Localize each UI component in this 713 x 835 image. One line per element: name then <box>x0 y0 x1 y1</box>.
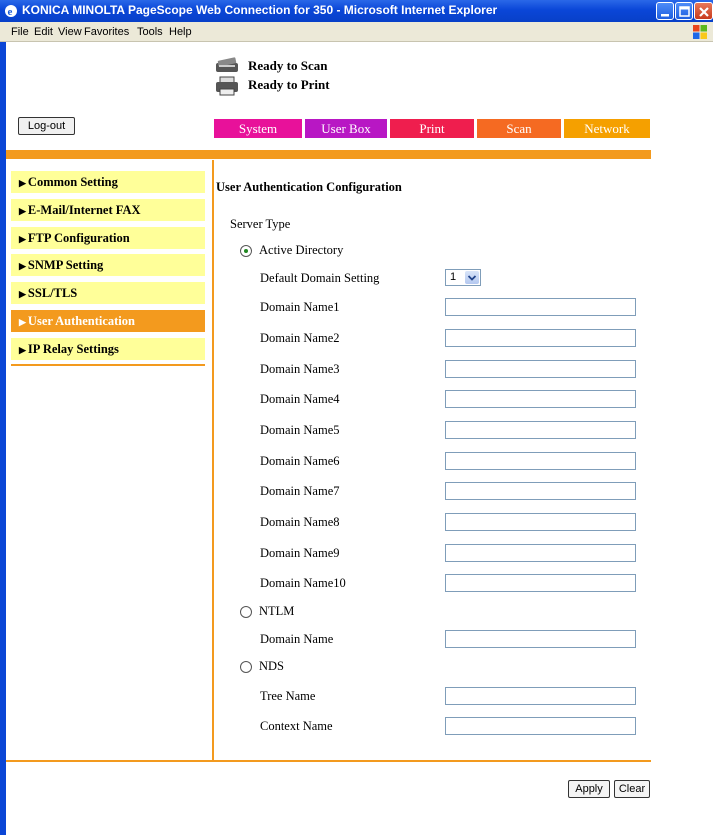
default-domain-value: 1 <box>450 271 457 283</box>
arrow-right-icon: ▶ <box>19 234 26 244</box>
chevron-down-icon <box>467 275 477 281</box>
domain-name-5-input[interactable] <box>445 421 636 439</box>
sidebar-item-label: IP Relay Settings <box>27 342 119 356</box>
tab-network[interactable]: Network <box>564 119 650 138</box>
svg-text:e: e <box>8 6 13 18</box>
active-directory-label: Active Directory <box>259 243 344 257</box>
default-domain-select[interactable]: 1 <box>445 269 481 286</box>
menu-file[interactable]: File <box>11 26 29 38</box>
clear-button[interactable]: Clear <box>614 780 650 798</box>
tab-print[interactable]: Print <box>390 119 474 138</box>
radio-nds[interactable] <box>240 661 252 673</box>
tree-name-label: Tree Name <box>260 689 316 703</box>
footer-divider <box>6 760 651 762</box>
sidebar-item-label: User Authentication <box>27 314 135 328</box>
minimize-icon <box>661 14 669 17</box>
logout-button[interactable]: Log-out <box>18 117 75 135</box>
internet-explorer-icon: e <box>5 5 17 18</box>
domain-name-8-input[interactable] <box>445 513 636 531</box>
radio-ntlm[interactable] <box>240 606 252 618</box>
windows-logo-icon <box>693 25 707 39</box>
domain-name-3-input[interactable] <box>445 360 636 378</box>
domain-name-3-label: Domain Name3 <box>260 362 340 376</box>
sidebar-divider <box>11 364 205 366</box>
page-title: User Authentication Configuration <box>216 180 402 194</box>
maximize-icon <box>679 6 690 17</box>
ntlm-domain-name-label: Domain Name <box>260 632 334 646</box>
domain-name-2-input[interactable] <box>445 329 636 347</box>
menu-edit[interactable]: Edit <box>34 26 53 38</box>
arrow-right-icon: ▶ <box>19 317 26 327</box>
domain-name-1-label: Domain Name1 <box>260 300 340 314</box>
sidebar-item-ftp-configuration[interactable]: ▶ FTP Configuration <box>11 227 205 249</box>
radio-active-directory[interactable] <box>240 245 252 257</box>
menu-view[interactable]: View <box>58 26 82 38</box>
arrow-right-icon: ▶ <box>19 261 26 271</box>
domain-name-5-label: Domain Name5 <box>260 423 340 437</box>
default-domain-label: Default Domain Setting <box>260 271 380 285</box>
context-name-input[interactable] <box>445 717 636 735</box>
arrow-right-icon: ▶ <box>19 178 26 188</box>
domain-name-4-input[interactable] <box>445 390 636 408</box>
domain-name-4-label: Domain Name4 <box>260 392 340 406</box>
tree-name-input[interactable] <box>445 687 636 705</box>
scan-status: Ready to Scan <box>248 58 328 73</box>
domain-name-8-label: Domain Name8 <box>260 515 340 529</box>
content-divider-vertical <box>212 160 214 760</box>
menu-tools[interactable]: Tools <box>137 26 163 38</box>
nds-label: NDS <box>259 659 285 673</box>
domain-name-9-label: Domain Name9 <box>260 546 340 560</box>
close-button[interactable] <box>694 2 713 20</box>
apply-button[interactable]: Apply <box>568 780 610 798</box>
window-title: KONICA MINOLTA PageScope Web Connection … <box>22 3 498 17</box>
sidebar-item-label: E-Mail/Internet FAX <box>27 203 141 217</box>
menu-favorites[interactable]: Favorites <box>84 26 129 38</box>
domain-name-7-input[interactable] <box>445 482 636 500</box>
sidebar-item-common-setting[interactable]: ▶ Common Setting <box>11 171 205 193</box>
arrow-right-icon: ▶ <box>19 206 26 216</box>
close-icon <box>699 7 709 17</box>
sidebar-item-ssl-tls[interactable]: ▶ SSL/TLS <box>11 282 205 304</box>
domain-name-10-label: Domain Name10 <box>260 576 346 590</box>
arrow-right-icon: ▶ <box>19 289 26 299</box>
sidebar-item-label: SSL/TLS <box>27 286 78 300</box>
sidebar-item-label: Common Setting <box>27 175 118 189</box>
sidebar-item-snmp-setting[interactable]: ▶ SNMP Setting <box>11 254 205 276</box>
scanner-icon <box>216 57 238 72</box>
maximize-button[interactable] <box>675 2 693 20</box>
menu-help[interactable]: Help <box>169 26 192 38</box>
tab-scan[interactable]: Scan <box>477 119 561 138</box>
domain-name-10-input[interactable] <box>445 574 636 592</box>
menu-bar: File Edit View Favorites Tools Help <box>0 22 713 42</box>
window-border <box>0 42 6 835</box>
sidebar-item-user-authentication[interactable]: ▶ User Authentication <box>11 310 205 332</box>
sidebar-item-ip-relay-settings[interactable]: ▶ IP Relay Settings <box>11 338 205 360</box>
sidebar-item-label: FTP Configuration <box>27 231 130 245</box>
domain-name-1-input[interactable] <box>445 298 636 316</box>
printer-icon <box>216 76 238 96</box>
tab-user-box[interactable]: User Box <box>305 119 387 138</box>
minimize-button[interactable] <box>656 2 674 20</box>
header-divider <box>6 150 651 159</box>
context-name-label: Context Name <box>260 719 333 733</box>
dropdown-button <box>465 271 479 284</box>
domain-name-6-label: Domain Name6 <box>260 454 340 468</box>
domain-name-6-input[interactable] <box>445 452 636 470</box>
sidebar-item-email-internet-fax[interactable]: ▶ E-Mail/Internet FAX <box>11 199 205 221</box>
tab-system[interactable]: System <box>214 119 302 138</box>
arrow-right-icon: ▶ <box>19 345 26 355</box>
domain-name-7-label: Domain Name7 <box>260 484 340 498</box>
ntlm-domain-name-input[interactable] <box>445 630 636 648</box>
server-type-label: Server Type <box>230 217 291 231</box>
window-title-bar: e KONICA MINOLTA PageScope Web Connectio… <box>0 0 713 22</box>
ntlm-label: NTLM <box>259 604 295 618</box>
domain-name-2-label: Domain Name2 <box>260 331 340 345</box>
domain-name-9-input[interactable] <box>445 544 636 562</box>
print-status: Ready to Print <box>248 77 330 92</box>
sidebar-item-label: SNMP Setting <box>27 258 104 272</box>
